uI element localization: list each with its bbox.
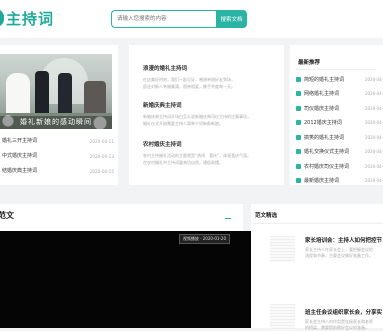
article-item[interactable]: 新婚庆典主持词 新婚庆典主持词开场白怎么说新婚庆典司仪主持的注意事项， 婚礼仪式开… <box>143 101 275 127</box>
excerpt-line: 流程和节奏，主要会议做好准备工作。 <box>305 253 373 258</box>
list-item-date: 2020-04-15 <box>89 169 114 174</box>
article-excerpt: 新婚庆典主持词开场白怎么说新婚庆典司仪主持的注意事项， 婚礼仪式开始需要主持人简单… <box>143 113 275 127</box>
excerpt-line: 家长会主持人的作用是连接家长和老师 <box>305 319 373 324</box>
article-item[interactable]: 农村婚庆主持词 农村主持婚礼活动的主题就是“热闹、喜庆”，体现喜庆气氛。 在农村婚… <box>143 140 275 166</box>
list-item[interactable]: 婚礼交换仪式主持词 2020-04-16 <box>296 145 383 160</box>
section-title: 范文 <box>0 211 14 220</box>
list-item-date: 2020-04-16 <box>365 149 383 155</box>
list-item[interactable]: 中式婚庆主持词 2020-04-13 <box>0 149 118 164</box>
excerpt-line: 在农村婚礼中主持词要亲切自然，通俗易懂。 <box>143 160 223 165</box>
side-article-excerpt: 家长主持人在家长会上，要把握会议的 流程和节奏，主要会议做好准备工作。 <box>305 247 383 259</box>
list-item-date: 2020-04-18 <box>365 178 383 184</box>
photo-caption: 婚礼新娘的感动瞬间 <box>0 116 112 129</box>
articles-card: 浪漫的婚礼主持词 在这美好时刻，我们一起见证，感谢亲朋好友到场， 愿这对新人幸福美… <box>129 45 284 185</box>
list-item-title: 结婚庆典主持词 <box>2 168 38 174</box>
article-title[interactable]: 浪漫的婚礼主持词 <box>143 64 275 72</box>
site-header: 主持词 搜索文档 <box>0 0 383 38</box>
list-item[interactable]: 最新婚庆主持词 2020-04-18 <box>296 174 383 189</box>
side-article[interactable]: 家长培训会：主持人如何把控节 家长主持人在家长会上，要把握会议的 流程和节奏，主要… <box>305 236 383 259</box>
site-logo[interactable]: 主持词 <box>0 6 54 30</box>
logo-mark-icon <box>0 9 4 27</box>
list-item-date: 2020-04-11 <box>365 76 383 82</box>
check-icon <box>296 149 301 155</box>
list-item-title: 最新婚庆主持词 <box>304 178 340 185</box>
logo-text: 主持词 <box>6 9 55 28</box>
check-icon <box>296 120 301 126</box>
check-icon <box>296 178 301 184</box>
list-item-date: 2020-04-13 <box>89 154 114 159</box>
list-item[interactable]: 婚礼三开主持词 2020-04-11 <box>0 134 118 149</box>
video-badge: 视频播放 · 2020-01-20 <box>178 234 230 244</box>
list-item-title: 网络婚礼主持词 <box>304 91 340 98</box>
list-item-title: 农村婚庆司仪主持词 <box>304 163 350 170</box>
article-item[interactable]: 浪漫的婚礼主持词 在这美好时刻，我们一起见证，感谢亲朋好友到场， 愿这对新人幸福美… <box>143 64 275 90</box>
excerpt-line: 农村主持婚礼活动的主题就是“热闹、喜庆”，体现喜庆气氛。 <box>143 153 252 158</box>
featured-card: 婚礼新娘的感动瞬间 婚礼三开主持词 2020-04-11 中式婚庆主持词 2020-… <box>0 45 118 185</box>
side-article-excerpt: 家长会主持人的作用是连接家长和老师 的桥梁，需要提前做好会议的准备。 <box>305 319 383 331</box>
list-item-title: 婚礼交换仪式主持词 <box>304 149 350 156</box>
article-title[interactable]: 新婚庆典主持词 <box>143 101 275 109</box>
list-item[interactable]: 网络婚礼主持词 2020-04-12 <box>296 87 383 102</box>
featured-photo[interactable]: 婚礼新娘的感动瞬间 <box>0 54 112 129</box>
list-item[interactable]: 农村婚庆司仪主持词 2020-04-17 <box>296 159 383 174</box>
divider <box>253 223 383 224</box>
recommend-title: 最新推荐 <box>298 60 321 66</box>
list-item-title: 简短的婚礼主持词 <box>304 76 345 83</box>
excerpt-line: 家长主持人在家长会上，要把握会议的 <box>305 247 373 252</box>
excerpt-line: 愿这对新人幸福美满，相亲相爱，携手共度每一天。 <box>143 84 235 89</box>
check-icon <box>296 105 301 111</box>
list-item-title: 2012婚庆主持词 <box>304 120 342 127</box>
article-excerpt: 在这美好时刻，我们一起见证，感谢亲朋好友到场， 愿这对新人幸福美满，相亲相爱，携手… <box>143 76 275 90</box>
list-item-date: 2020-04-13 <box>365 105 383 111</box>
excerpt-line: 新婚庆典主持词开场白怎么说新婚庆典司仪主持的注意事项， <box>143 114 251 119</box>
article-thumbnail[interactable] <box>270 304 295 330</box>
list-item-date: 2020-04-15 <box>365 134 383 140</box>
list-item-date: 2020-04-11 <box>89 139 114 144</box>
divider <box>296 69 376 70</box>
list-item-date: 2020-04-14 <box>365 120 383 126</box>
list-item-title: 搞笑的婚礼主持词 <box>304 134 345 141</box>
section-accent <box>225 218 231 219</box>
side-article-title[interactable]: 班主任会议组织家长会，分享实 <box>305 308 383 316</box>
list-item-title: 中式婚庆主持词 <box>2 153 38 159</box>
search-bar: 搜索文档 <box>111 10 247 28</box>
featured-list: 婚礼三开主持词 2020-04-11 中式婚庆主持词 2020-04-13 结婚庆典… <box>0 134 118 179</box>
list-item-date: 2020-04-17 <box>365 163 383 169</box>
excerpt-line: 在这美好时刻，我们一起见证，感谢亲朋好友到场， <box>143 77 235 82</box>
check-icon <box>296 76 301 82</box>
search-button[interactable]: 搜索文档 <box>216 10 247 28</box>
article-title[interactable]: 农村婚庆主持词 <box>143 140 275 148</box>
video-player[interactable]: 视频播放 · 2020-01-20 <box>0 231 270 328</box>
excerpt-line: 婚礼仪式开始需要主持人简单介绍新郎新娘。 <box>143 121 223 126</box>
recommend-list: 简短的婚礼主持词 2020-04-11 网络婚礼主持词 2020-04-12 司仪婚… <box>296 72 383 188</box>
list-item[interactable]: 2012婚庆主持词 2020-04-14 <box>296 116 383 131</box>
side-article-title[interactable]: 家长培训会：主持人如何把控节 <box>305 236 383 244</box>
side-title: 范文精选 <box>255 213 278 219</box>
recommend-card: 最新推荐 简短的婚礼主持词 2020-04-11 网络婚礼主持词 2020-04-1… <box>290 45 383 185</box>
list-item[interactable]: 搞笑的婚礼主持词 2020-04-15 <box>296 130 383 145</box>
article-thumbnail[interactable] <box>270 236 295 262</box>
list-item-title: 司仪婚庆主持词 <box>304 105 340 112</box>
check-icon <box>296 134 301 140</box>
article-excerpt: 农村主持婚礼活动的主题就是“热闹、喜庆”，体现喜庆气氛。 在农村婚礼中主持词要亲切… <box>143 152 275 166</box>
search-input[interactable] <box>111 10 216 28</box>
list-item-title: 婚礼三开主持词 <box>2 138 38 144</box>
list-item-date: 2020-04-12 <box>365 91 383 97</box>
check-icon <box>296 91 301 97</box>
check-icon <box>296 163 301 169</box>
list-item[interactable]: 结婚庆典主持词 2020-04-15 <box>0 164 118 179</box>
list-item[interactable]: 简短的婚礼主持词 2020-04-11 <box>296 72 383 87</box>
photo-groom <box>35 71 49 119</box>
side-panel: 范文精选 家长培训会：主持人如何把控节 家长主持人在家长会上，要把握会议的 流程和… <box>251 204 383 331</box>
list-item[interactable]: 司仪婚庆主持词 2020-04-13 <box>296 101 383 116</box>
